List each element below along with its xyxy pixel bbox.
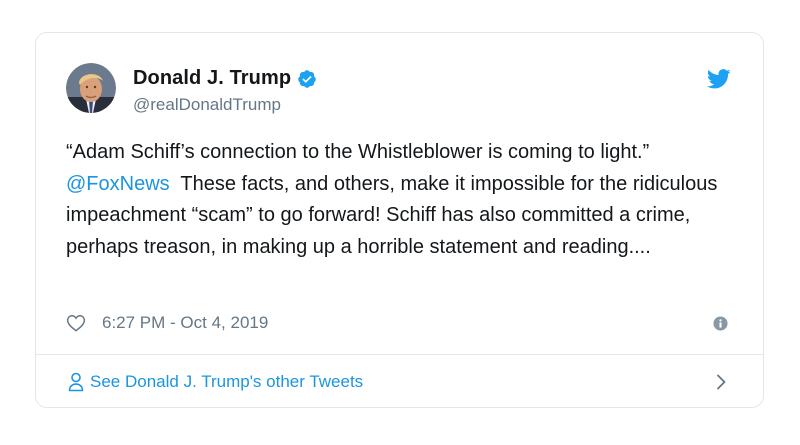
mention-link[interactable]: @FoxNews bbox=[66, 173, 170, 195]
person-icon bbox=[68, 372, 84, 392]
author-name-row[interactable]: Donald J. Trump bbox=[133, 67, 317, 90]
see-other-tweets-link[interactable]: See Donald J. Trump's other Tweets bbox=[36, 355, 763, 408]
tweet-meta-row: 6:27 PM - Oct 4, 2019 bbox=[66, 313, 268, 333]
avatar[interactable] bbox=[66, 63, 116, 113]
author-display-name[interactable]: Donald J. Trump bbox=[133, 67, 291, 90]
verified-badge-icon bbox=[297, 69, 317, 89]
heart-icon[interactable] bbox=[66, 313, 86, 333]
tweet-text: “Adam Schiff’s connection to the Whistle… bbox=[66, 137, 746, 263]
see-other-tweets-label[interactable]: See Donald J. Trump's other Tweets bbox=[90, 372, 363, 392]
info-icon[interactable] bbox=[713, 316, 728, 331]
twitter-bird-icon[interactable] bbox=[706, 69, 731, 89]
chevron-right-icon bbox=[716, 374, 726, 390]
tweet-timestamp[interactable]: 6:27 PM - Oct 4, 2019 bbox=[102, 313, 268, 333]
author-handle[interactable]: @realDonaldTrump bbox=[133, 95, 281, 115]
tweet-text-part1: “Adam Schiff’s connection to the Whistle… bbox=[66, 141, 650, 163]
avatar-image bbox=[66, 63, 116, 113]
tweet-card: Donald J. Trump @realDonaldTrump “Adam S… bbox=[35, 32, 764, 408]
